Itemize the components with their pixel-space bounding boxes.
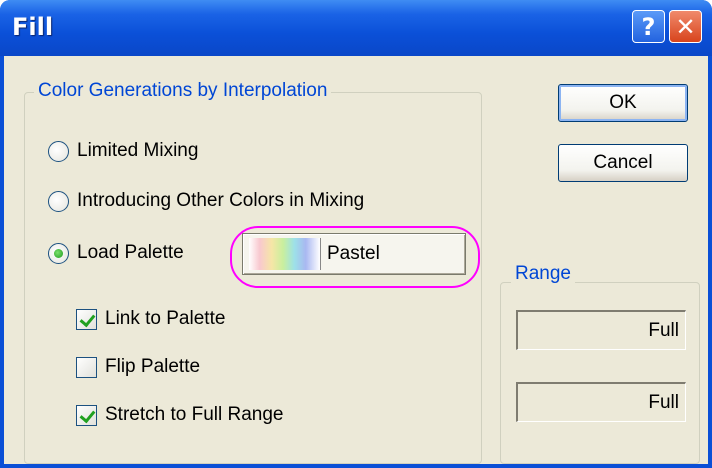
radio-limited-mixing[interactable]: Limited Mixing (48, 140, 198, 162)
range-from-field: Full (516, 310, 686, 350)
close-button[interactable]: ✕ (669, 10, 702, 43)
title-bar[interactable]: Fill ? ✕ (0, 0, 712, 56)
checkbox-stretch-to-full-range-box[interactable] (76, 404, 97, 426)
palette-select-button[interactable]: Pastel (242, 233, 466, 275)
radio-limited-mixing-label: Limited Mixing (77, 140, 199, 161)
radio-introducing-other-colors-label: Introducing Other Colors in Mixing (77, 190, 365, 211)
checkbox-flip-palette-label: Flip Palette (105, 356, 201, 377)
dialog-body: Color Generations by Interpolation Limit… (4, 56, 708, 464)
checkbox-flip-palette-box[interactable] (76, 356, 97, 378)
close-icon: ✕ (675, 12, 696, 41)
checkbox-link-to-palette-box[interactable] (76, 308, 97, 330)
help-icon: ? (641, 12, 656, 41)
checkbox-link-to-palette[interactable]: Link to Palette (76, 308, 225, 330)
ok-button[interactable]: OK (558, 84, 688, 122)
radio-load-palette-label: Load Palette (77, 242, 184, 263)
checkbox-flip-palette[interactable]: Flip Palette (76, 356, 200, 378)
color-generation-group-title: Color Generations by Interpolation (34, 80, 332, 102)
cancel-button[interactable]: Cancel (558, 144, 688, 182)
checkbox-stretch-to-full-range[interactable]: Stretch to Full Range (76, 404, 283, 426)
checkbox-stretch-to-full-range-label: Stretch to Full Range (105, 404, 284, 425)
checkbox-link-to-palette-label: Link to Palette (105, 308, 226, 329)
radio-introducing-other-colors[interactable]: Introducing Other Colors in Mixing (48, 190, 364, 212)
range-group-title: Range (511, 263, 575, 285)
palette-swatch (249, 238, 321, 270)
fill-dialog: Fill ? ✕ Color Generations by Interpolat… (0, 0, 712, 468)
palette-name: Pastel (327, 243, 380, 264)
help-button[interactable]: ? (632, 10, 665, 43)
range-to-field: Full (516, 382, 686, 422)
radio-load-palette[interactable]: Load Palette (48, 242, 184, 264)
window-title: Fill (12, 13, 54, 41)
radio-introducing-other-colors-indicator[interactable] (48, 190, 69, 212)
radio-load-palette-indicator[interactable] (48, 242, 69, 264)
radio-limited-mixing-indicator[interactable] (48, 140, 69, 162)
